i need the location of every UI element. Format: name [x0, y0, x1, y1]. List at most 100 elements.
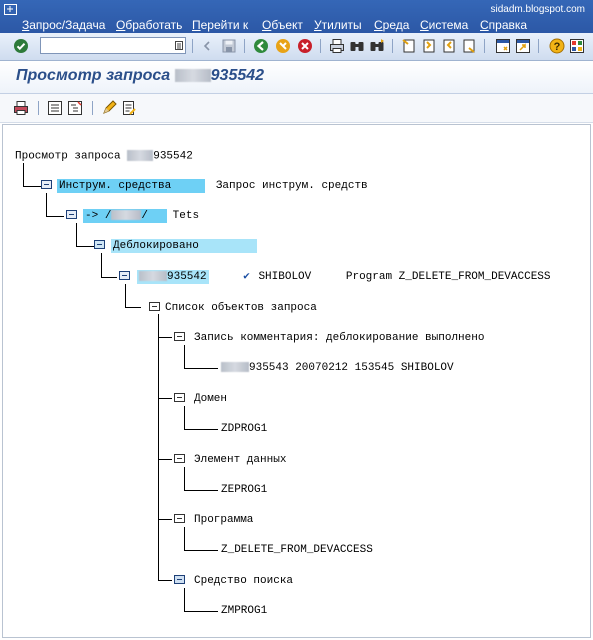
display-document-icon[interactable]	[120, 99, 138, 117]
page-title-prefix: Просмотр запроса	[16, 67, 171, 84]
domain-label: Домен	[194, 393, 228, 405]
tree-leaf-domain[interactable]: ZDPROG1	[221, 423, 267, 436]
svg-text:?: ?	[554, 41, 561, 53]
save-icon[interactable]	[220, 37, 238, 55]
folder-icon[interactable]	[174, 332, 185, 341]
redacted-id	[139, 271, 167, 282]
folder-icon[interactable]	[41, 180, 52, 189]
exit-icon[interactable]	[274, 37, 292, 55]
menu-bar: Запрос/Задача Обработать Перейти к Объек…	[0, 0, 593, 33]
program-child: Z_DELETE_FROM_DEVACCESS	[221, 544, 373, 556]
search-help-child: ZMPROG1	[221, 605, 268, 617]
redacted-id	[127, 150, 154, 161]
data-element-child: ZEPROG1	[221, 484, 268, 496]
data-element-label: Элемент данных	[194, 454, 287, 466]
tree-node-data-element[interactable]: Элемент данных	[194, 454, 286, 467]
edit-pencil-icon[interactable]	[100, 99, 118, 117]
tree-root[interactable]: Просмотр запроса 935542	[15, 150, 193, 163]
tree-leaf-program[interactable]: Z_DELETE_FROM_DEVACCESS	[221, 544, 373, 557]
print-request-icon[interactable]	[12, 99, 30, 117]
application-toolbar	[0, 94, 593, 123]
folder-icon[interactable]	[149, 302, 160, 311]
menu-goto[interactable]: Перейти к	[192, 18, 248, 32]
checkmark-icon: ✔	[243, 271, 250, 283]
object-list-label: Список объектов запроса	[165, 302, 317, 314]
tools-description: Запрос инструм. средств	[215, 180, 368, 192]
domain-child: ZDPROG1	[221, 423, 268, 435]
tools-label: Инструм. средства	[57, 179, 206, 193]
command-field[interactable]	[40, 37, 186, 54]
back-green-icon[interactable]	[252, 37, 270, 55]
folder-icon[interactable]	[174, 454, 185, 463]
new-session-icon[interactable]	[494, 37, 512, 55]
redacted-id	[221, 362, 249, 373]
target-slash-2: /	[141, 210, 149, 222]
prev-page-icon[interactable]	[420, 37, 438, 55]
tree-node-tools[interactable]: Инструм. средства Запрос инструм. средст…	[57, 179, 368, 193]
tree-node-program[interactable]: Программа	[194, 514, 253, 527]
help-icon[interactable]: ?	[548, 37, 566, 55]
collapse-tree-icon[interactable]	[66, 99, 84, 117]
program-label: Программа	[194, 514, 254, 526]
folder-icon[interactable]	[174, 514, 185, 523]
target-highlight: -> / /	[83, 209, 167, 223]
watermark: sidadm.blogspot.com	[490, 4, 586, 15]
menu-request-task[interactable]: Запрос/Задача	[22, 18, 105, 32]
tree-root-label: Просмотр запроса	[15, 150, 121, 163]
menu-system[interactable]: Система	[420, 18, 468, 32]
find-next-icon[interactable]	[368, 37, 386, 55]
search-help-label: Средство поиска	[194, 575, 294, 587]
folder-icon[interactable]	[94, 240, 105, 249]
system-menu-icon[interactable]	[4, 4, 17, 15]
first-page-icon[interactable]	[400, 37, 418, 55]
request-owner: SHIBOLOV	[258, 271, 312, 283]
tree-node-target[interactable]: -> / / Tets	[83, 209, 200, 223]
back-icon[interactable]	[198, 37, 216, 55]
customize-layout-icon[interactable]	[568, 37, 586, 55]
tree-node-request[interactable]: 935542 ✔ SHIBOLOV Program Z_DELETE_FROM_…	[137, 270, 551, 284]
shortcut-icon[interactable]	[514, 37, 532, 55]
request-suffix: 935542	[167, 271, 207, 283]
target-slash: /	[104, 210, 112, 222]
comment-child: 935543 20070212 153545 SHIBOLOV	[249, 362, 454, 374]
print-icon[interactable]	[328, 37, 346, 55]
folder-icon[interactable]	[174, 393, 185, 402]
unlocked-label: Деблокировано	[111, 239, 257, 253]
folder-icon[interactable]	[119, 271, 130, 280]
tree-leaf-data-element[interactable]: ZEPROG1	[221, 484, 267, 497]
expand-all-icon[interactable]	[46, 99, 64, 117]
last-page-icon[interactable]	[460, 37, 478, 55]
menu-environment[interactable]: Среда	[374, 18, 409, 32]
menu-utilities[interactable]: Утилиты	[314, 18, 362, 32]
request-text: Program Z_DELETE_FROM_DEVACCESS	[345, 271, 551, 283]
folder-icon[interactable]	[174, 575, 185, 584]
tree-node-object-list[interactable]: Список объектов запроса	[165, 302, 317, 315]
tree-node-domain[interactable]: Домен	[194, 393, 227, 406]
arrow-text: ->	[85, 210, 99, 222]
cancel-icon[interactable]	[296, 37, 314, 55]
standard-toolbar: ?	[0, 33, 593, 61]
enter-icon[interactable]	[12, 37, 30, 55]
request-tree: Просмотр запроса 935542 Инструм. средств…	[2, 124, 591, 638]
tree-root-suffix: 935542	[153, 150, 193, 163]
next-page-icon[interactable]	[440, 37, 458, 55]
comment-label: Запись комментария: деблокирование выпол…	[194, 332, 485, 344]
menu-help[interactable]: Справка	[480, 18, 527, 32]
menu-edit[interactable]: Обработать	[116, 18, 182, 32]
page-title-suffix: 935542	[210, 67, 265, 84]
tree-leaf-search-help[interactable]: ZMPROG1	[221, 605, 267, 618]
find-icon[interactable]	[348, 37, 366, 55]
tree-node-search-help[interactable]: Средство поиска	[194, 575, 293, 588]
redacted-id	[174, 69, 211, 83]
menu-object[interactable]: Объект	[262, 18, 303, 32]
target-description: Tets	[172, 210, 200, 222]
dropdown-icon[interactable]	[174, 39, 184, 52]
page-title: Просмотр запроса 935542	[16, 67, 264, 85]
folder-icon[interactable]	[66, 210, 77, 219]
tree-node-unlocked[interactable]: Деблокировано	[111, 239, 257, 253]
request-highlight: 935542	[137, 270, 209, 284]
redacted-target	[111, 210, 142, 221]
tree-leaf-comment[interactable]: 935543 20070212 153545 SHIBOLOV	[221, 362, 454, 375]
tree-node-comment[interactable]: Запись комментария: деблокирование выпол…	[194, 332, 484, 345]
title-bar: Просмотр запроса 935542	[0, 61, 593, 94]
